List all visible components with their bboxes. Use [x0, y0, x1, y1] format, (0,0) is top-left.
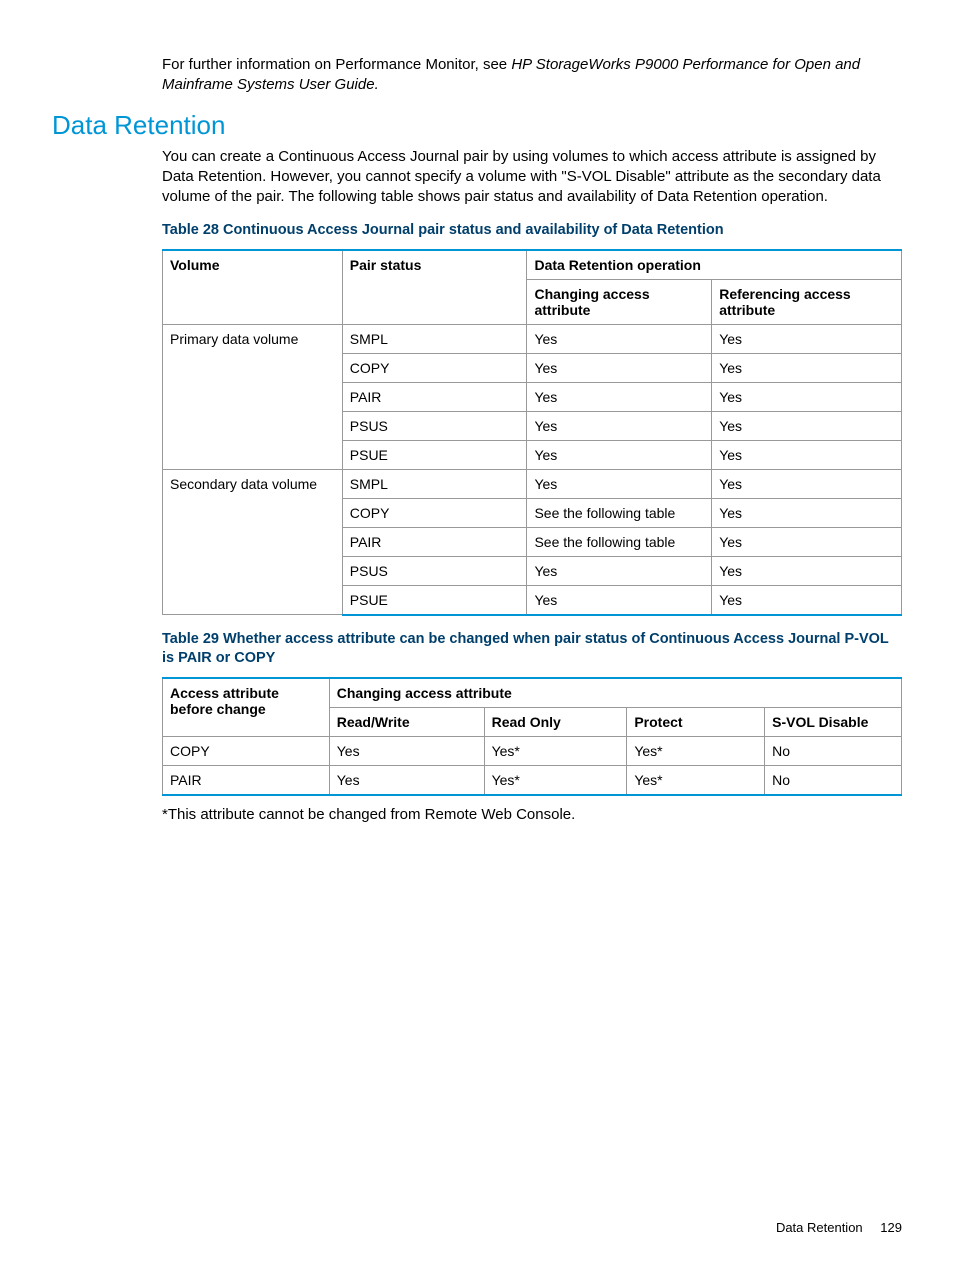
footer-label: Data Retention	[776, 1220, 863, 1235]
cell-volume: Primary data volume	[163, 324, 343, 469]
footnote: *This attribute cannot be changed from R…	[162, 806, 902, 823]
cell-before: COPY	[163, 736, 330, 765]
th-pair-status: Pair status	[342, 250, 527, 325]
cell-status: COPY	[342, 353, 527, 382]
cell-changing: Yes	[527, 324, 712, 353]
cell-ro: Yes*	[484, 765, 627, 795]
cell-referencing: Yes	[712, 324, 902, 353]
th-operation: Data Retention operation	[527, 250, 902, 280]
cell-referencing: Yes	[712, 527, 902, 556]
th-changing: Changing access attribute	[329, 678, 901, 708]
th-rw: Read/Write	[329, 707, 484, 736]
cell-rw: Yes	[329, 736, 484, 765]
page-footer: Data Retention 129	[776, 1220, 902, 1235]
cell-protect: Yes*	[627, 765, 765, 795]
cell-svol: No	[765, 736, 902, 765]
cell-changing: Yes	[527, 353, 712, 382]
th-volume: Volume	[163, 250, 343, 325]
cell-referencing: Yes	[712, 382, 902, 411]
cell-referencing: Yes	[712, 556, 902, 585]
cell-status: COPY	[342, 498, 527, 527]
cell-changing: Yes	[527, 440, 712, 469]
cell-referencing: Yes	[712, 469, 902, 498]
table28-caption: Table 28 Continuous Access Journal pair …	[162, 221, 902, 241]
cell-status: PSUE	[342, 440, 527, 469]
cell-changing: See the following table	[527, 527, 712, 556]
table28-body: Primary data volume SMPL Yes Yes COPY Ye…	[163, 324, 902, 615]
cell-ro: Yes*	[484, 736, 627, 765]
cell-before: PAIR	[163, 765, 330, 795]
table29: Access attribute before change Changing …	[162, 677, 902, 796]
cell-referencing: Yes	[712, 585, 902, 615]
table28: Volume Pair status Data Retention operat…	[162, 249, 902, 616]
cell-referencing: Yes	[712, 440, 902, 469]
cell-changing: See the following table	[527, 498, 712, 527]
th-before: Access attribute before change	[163, 678, 330, 737]
th-svol: S-VOL Disable	[765, 707, 902, 736]
cell-volume: Secondary data volume	[163, 469, 343, 615]
cell-changing: Yes	[527, 556, 712, 585]
cell-referencing: Yes	[712, 411, 902, 440]
th-ro: Read Only	[484, 707, 627, 736]
cell-protect: Yes*	[627, 736, 765, 765]
th-referencing: Referencing access attribute	[712, 279, 902, 324]
th-protect: Protect	[627, 707, 765, 736]
cell-svol: No	[765, 765, 902, 795]
cell-referencing: Yes	[712, 498, 902, 527]
cell-status: SMPL	[342, 469, 527, 498]
cell-rw: Yes	[329, 765, 484, 795]
cell-status: PAIR	[342, 527, 527, 556]
cell-referencing: Yes	[712, 353, 902, 382]
th-changing: Changing access attribute	[527, 279, 712, 324]
section-heading: Data Retention	[52, 110, 902, 141]
intro-prefix: For further information on Performance M…	[162, 56, 511, 73]
cell-status: PAIR	[342, 382, 527, 411]
table29-caption: Table 29 Whether access attribute can be…	[162, 630, 902, 669]
intro-paragraph: For further information on Performance M…	[162, 55, 902, 96]
cell-status: PSUE	[342, 585, 527, 615]
cell-changing: Yes	[527, 585, 712, 615]
cell-status: PSUS	[342, 556, 527, 585]
cell-changing: Yes	[527, 411, 712, 440]
cell-status: SMPL	[342, 324, 527, 353]
footer-page-number: 129	[880, 1220, 902, 1235]
cell-changing: Yes	[527, 382, 712, 411]
cell-changing: Yes	[527, 469, 712, 498]
section-body: You can create a Continuous Access Journ…	[162, 147, 902, 208]
cell-status: PSUS	[342, 411, 527, 440]
